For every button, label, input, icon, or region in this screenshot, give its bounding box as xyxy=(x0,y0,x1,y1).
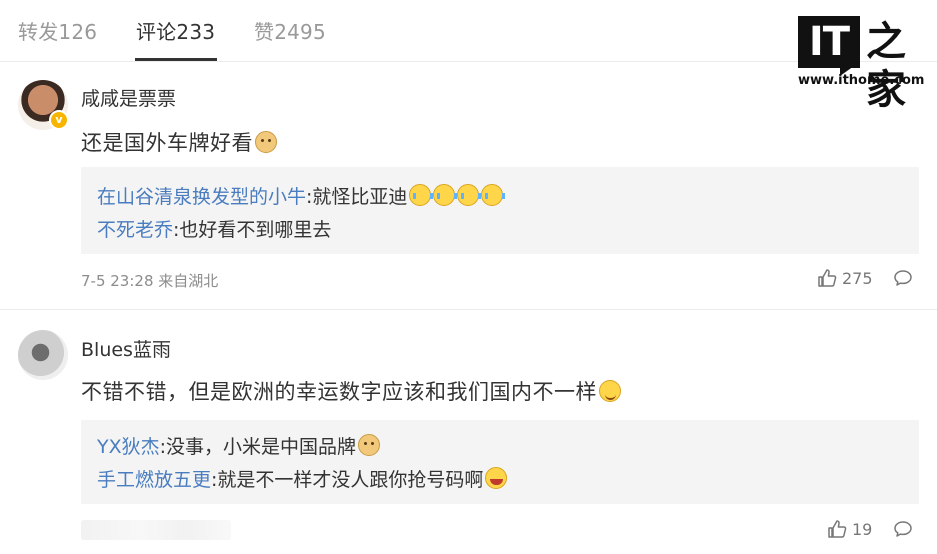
laughing-emoji-icon xyxy=(485,467,508,489)
reply-text: :就怪比亚迪 xyxy=(306,186,408,208)
comment-content: 不错不错，但是欧洲的幸运数字应该和我们国内不一样 xyxy=(81,376,621,406)
reply-item: 在山谷清泉换发型的小牛:就怪比亚迪 xyxy=(97,182,506,209)
reply-box: 在山谷清泉换发型的小牛:就怪比亚迪 不死老乔:也好看不到哪里去 xyxy=(81,167,919,254)
crying-emoji-icon xyxy=(409,184,434,206)
doge-emoji-icon xyxy=(358,434,381,456)
avatar[interactable] xyxy=(18,330,68,380)
tab-likes[interactable]: 赞2495 xyxy=(254,16,326,45)
tab-bar: 转发126 评论233 赞2495 xyxy=(0,0,937,62)
reply-username[interactable]: 手工燃放五更 xyxy=(97,469,211,491)
comment-content: 还是国外车牌好看 xyxy=(81,127,277,157)
comment-meta: 7-5 23:28 来自湖北 xyxy=(81,272,219,290)
like-button[interactable]: 275 xyxy=(817,268,873,288)
like-count: 19 xyxy=(852,519,873,539)
logo-url: www.ithome.com xyxy=(798,73,925,88)
smile-emoji-icon xyxy=(599,380,621,402)
divider xyxy=(0,309,937,310)
reply-username[interactable]: YX狄杰 xyxy=(97,436,160,458)
ithome-logo: IT 之家 www.ithome.com xyxy=(798,16,925,113)
like-button[interactable]: 19 xyxy=(827,519,872,539)
like-count: 275 xyxy=(842,268,873,288)
thumbs-up-icon xyxy=(818,269,837,287)
comment-bubble-icon xyxy=(894,270,912,286)
crying-emoji-icon xyxy=(457,184,482,206)
reply-username[interactable]: 在山谷清泉换发型的小牛 xyxy=(97,186,306,208)
comment-username[interactable]: 咸咸是票票 xyxy=(81,84,176,111)
thumbs-up-icon xyxy=(828,520,847,538)
reply-text: :没事，小米是中国品牌 xyxy=(159,436,357,458)
reply-item: YX狄杰:没事，小米是中国品牌 xyxy=(97,432,381,459)
reply-username[interactable]: 不死老乔 xyxy=(97,219,173,241)
comment-bubble-icon xyxy=(894,521,912,537)
doge-emoji-icon xyxy=(255,131,277,153)
verified-badge-icon: v xyxy=(49,110,69,130)
comment-text: 不错不错，但是欧洲的幸运数字应该和我们国内不一样 xyxy=(81,380,597,404)
logo-mark: IT xyxy=(798,16,860,76)
reply-text: :也好看不到哪里去 xyxy=(173,219,332,241)
comment-text: 还是国外车牌好看 xyxy=(81,131,253,155)
reply-box: YX狄杰:没事，小米是中国品牌 手工燃放五更:就是不一样才没人跟你抢号码啊 xyxy=(81,420,919,504)
crying-emoji-icon xyxy=(433,184,458,206)
reply-button[interactable] xyxy=(893,519,913,539)
active-tab-indicator xyxy=(135,58,217,61)
crying-emoji-icon xyxy=(481,184,506,206)
comment-username[interactable]: Blues蓝雨 xyxy=(81,335,171,362)
reply-button[interactable] xyxy=(893,268,913,288)
tab-comments[interactable]: 评论233 xyxy=(136,16,215,45)
reply-item: 手工燃放五更:就是不一样才没人跟你抢号码啊 xyxy=(97,465,508,492)
logo-chinese: 之家 xyxy=(866,18,906,113)
reply-text: :就是不一样才没人跟你抢号码啊 xyxy=(211,469,484,491)
tab-reposts[interactable]: 转发126 xyxy=(18,16,97,45)
blurred-meta xyxy=(81,520,231,540)
reply-item: 不死老乔:也好看不到哪里去 xyxy=(97,215,331,242)
